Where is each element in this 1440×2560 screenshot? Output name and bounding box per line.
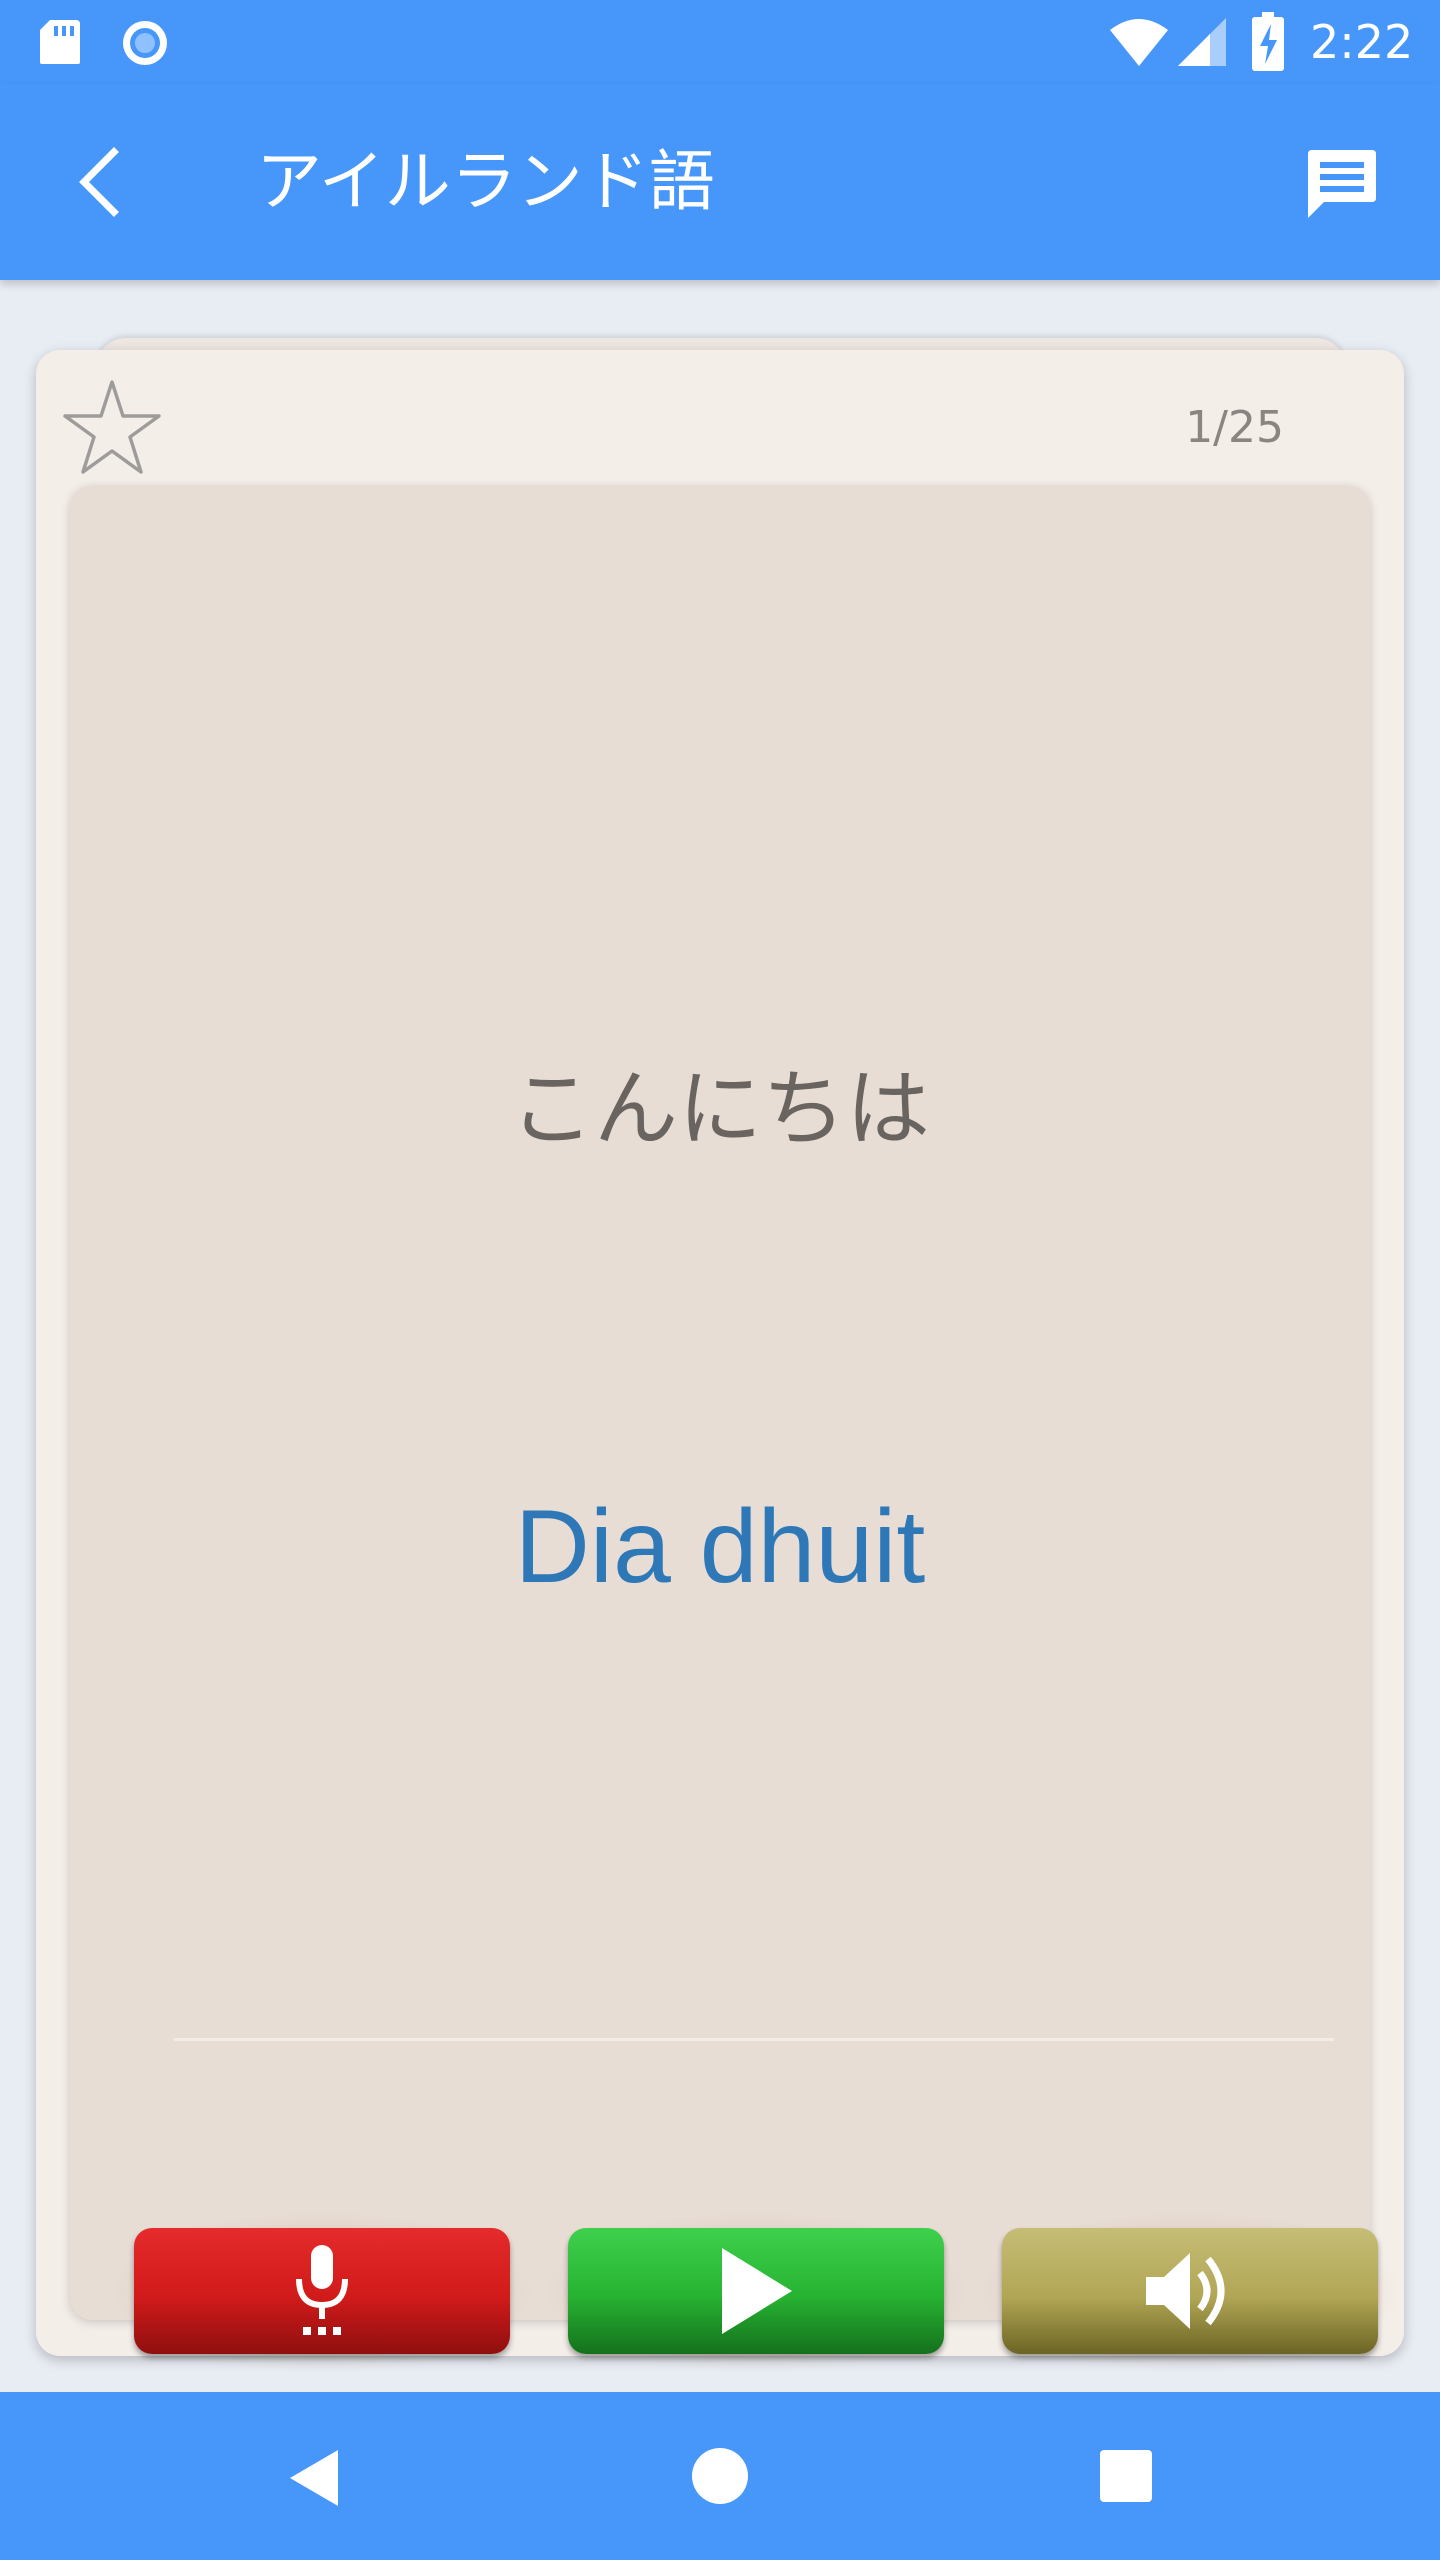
status-bar: 2:22 [0, 0, 1440, 84]
speaker-icon [1146, 2253, 1225, 2329]
sync-icon [123, 21, 167, 65]
status-time: 2:22 [1310, 15, 1414, 69]
microphone-icon [296, 2245, 348, 2335]
message-icon [1308, 150, 1376, 218]
divider [174, 2038, 1334, 2041]
back-button[interactable] [56, 138, 144, 226]
star-outline-icon [63, 380, 161, 474]
card-counter: 1/25 [1185, 402, 1284, 453]
triangle-back-icon[interactable] [276, 2438, 356, 2518]
battery-charging-icon [1252, 12, 1284, 71]
play-button[interactable] [568, 2228, 944, 2354]
wifi-icon [1110, 19, 1168, 66]
listen-button[interactable] [1002, 2228, 1378, 2354]
source-phrase: こんにちは [509, 1060, 930, 1158]
circle-home-icon[interactable] [680, 2436, 760, 2516]
page-title: アイルランド語 [256, 143, 715, 220]
app-bar: アイルランド語 [0, 84, 1440, 280]
translation-phrase: Dia dhuit [514, 1489, 926, 1605]
flashcard-face[interactable]: こんにちは Dia dhuit [70, 486, 1400, 2372]
chevron-left-icon [79, 147, 119, 217]
sd-card-icon [40, 20, 80, 64]
play-icon [722, 2248, 792, 2334]
record-button[interactable] [134, 2228, 510, 2354]
flashcard: 1/25 こんにちは Dia dhuit [36, 350, 1404, 2372]
cell-signal-icon [1178, 18, 1226, 66]
system-nav-bar [0, 2392, 1440, 2560]
feedback-button[interactable] [1296, 140, 1388, 228]
square-recents-icon[interactable] [1086, 2436, 1166, 2516]
favorite-button[interactable] [60, 376, 164, 480]
